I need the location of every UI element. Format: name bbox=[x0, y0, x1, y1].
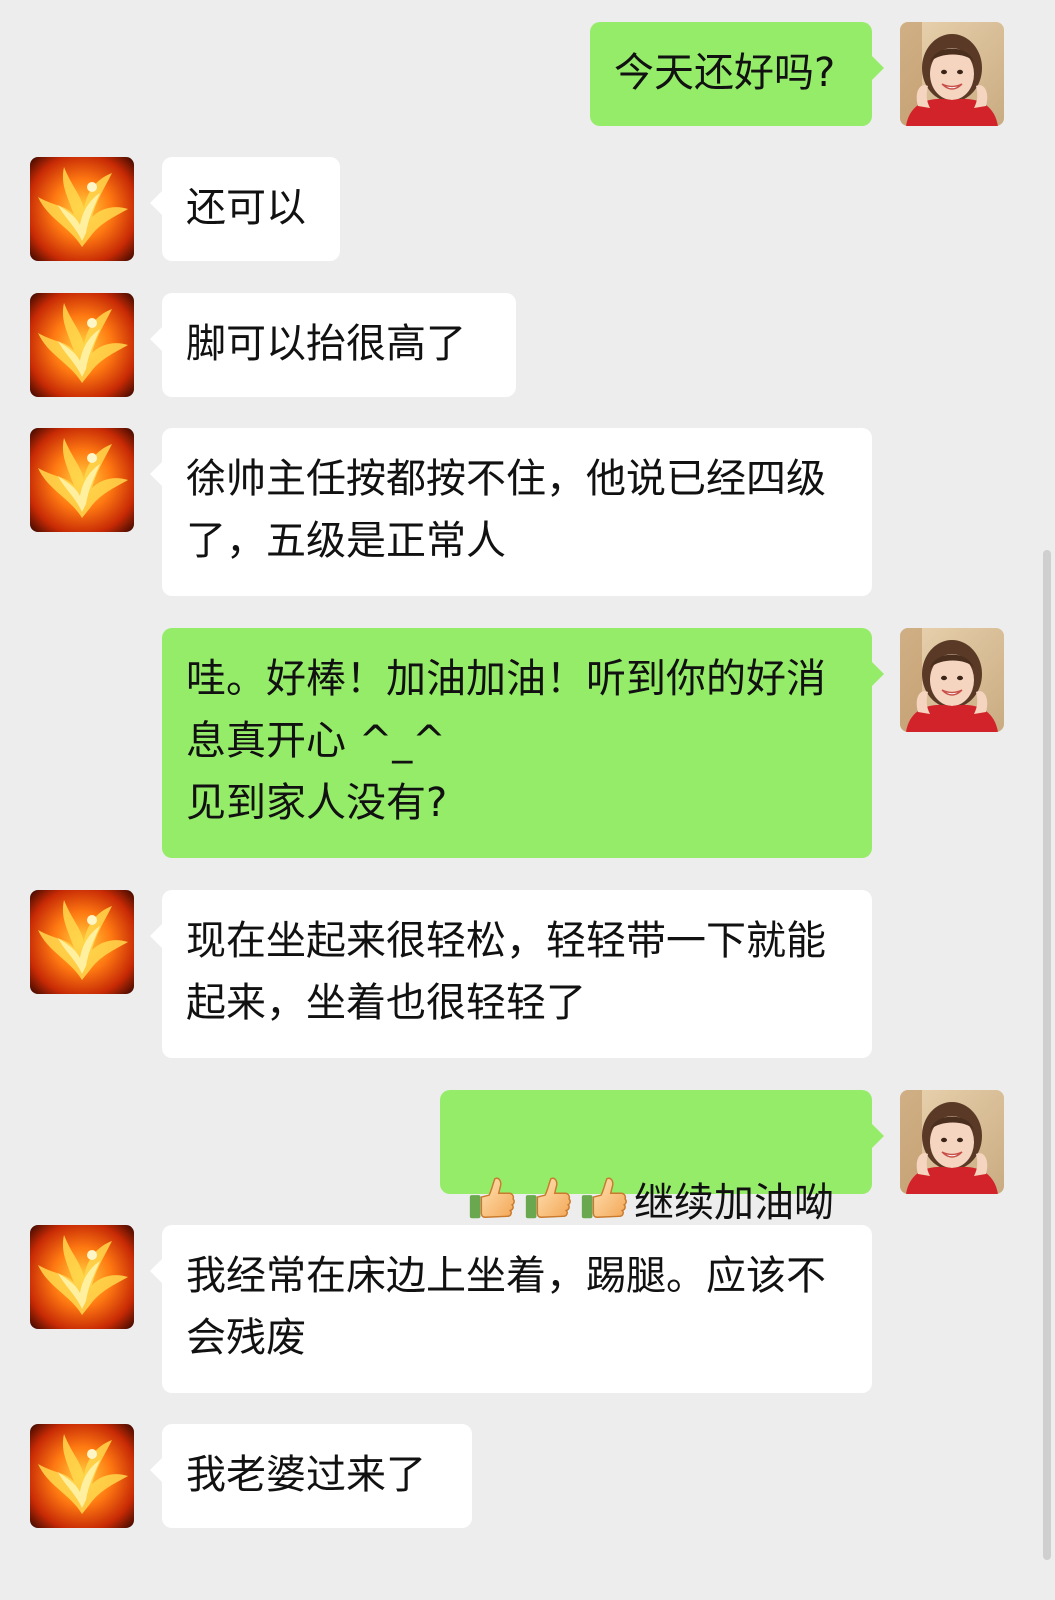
message-bubble-incoming[interactable]: 现在坐起来很轻松，轻轻带一下就能起来，坐着也很轻轻了 bbox=[150, 890, 872, 1058]
scrollbar[interactable] bbox=[1043, 550, 1051, 1560]
contact-avatar[interactable] bbox=[30, 428, 134, 532]
contact-avatar[interactable] bbox=[30, 157, 134, 261]
my-avatar[interactable] bbox=[900, 22, 1004, 126]
thumbs-up-icon bbox=[466, 1174, 516, 1224]
contact-avatar[interactable] bbox=[30, 293, 134, 397]
message-bubble-incoming[interactable]: 徐帅主任按都按不住，他说已经四级了，五级是正常人 bbox=[150, 428, 872, 596]
thumbs-up-icon bbox=[522, 1174, 572, 1224]
message-bubble-outgoing[interactable]: 继续加油呦 bbox=[440, 1090, 884, 1226]
message-bubble-incoming[interactable]: 我老婆过来了 bbox=[150, 1424, 472, 1528]
my-avatar[interactable] bbox=[900, 628, 1004, 732]
thumbs-up-icon bbox=[578, 1174, 628, 1224]
message-text: 继续加油呦 bbox=[634, 1180, 834, 1226]
message-bubble-incoming[interactable]: 还可以 bbox=[150, 157, 340, 261]
message-bubble-outgoing[interactable]: 哇。好棒！加油加油！听到你的好消息真开心 ^_^ 见到家人没有? bbox=[162, 628, 884, 858]
chat-area: 今天还好吗? 还可以 脚可以抬很高了 徐帅主任按都按不住，他说已经四级了，五级是… bbox=[0, 0, 1055, 1600]
message-bubble-outgoing[interactable]: 今天还好吗? bbox=[590, 22, 884, 126]
message-bubble-incoming[interactable]: 脚可以抬很高了 bbox=[150, 293, 516, 397]
my-avatar[interactable] bbox=[900, 1090, 1004, 1194]
contact-avatar[interactable] bbox=[30, 890, 134, 994]
contact-avatar[interactable] bbox=[30, 1424, 134, 1528]
contact-avatar[interactable] bbox=[30, 1225, 134, 1329]
message-bubble-incoming[interactable]: 我经常在床边上坐着，踢腿。应该不会残废 bbox=[150, 1225, 872, 1393]
